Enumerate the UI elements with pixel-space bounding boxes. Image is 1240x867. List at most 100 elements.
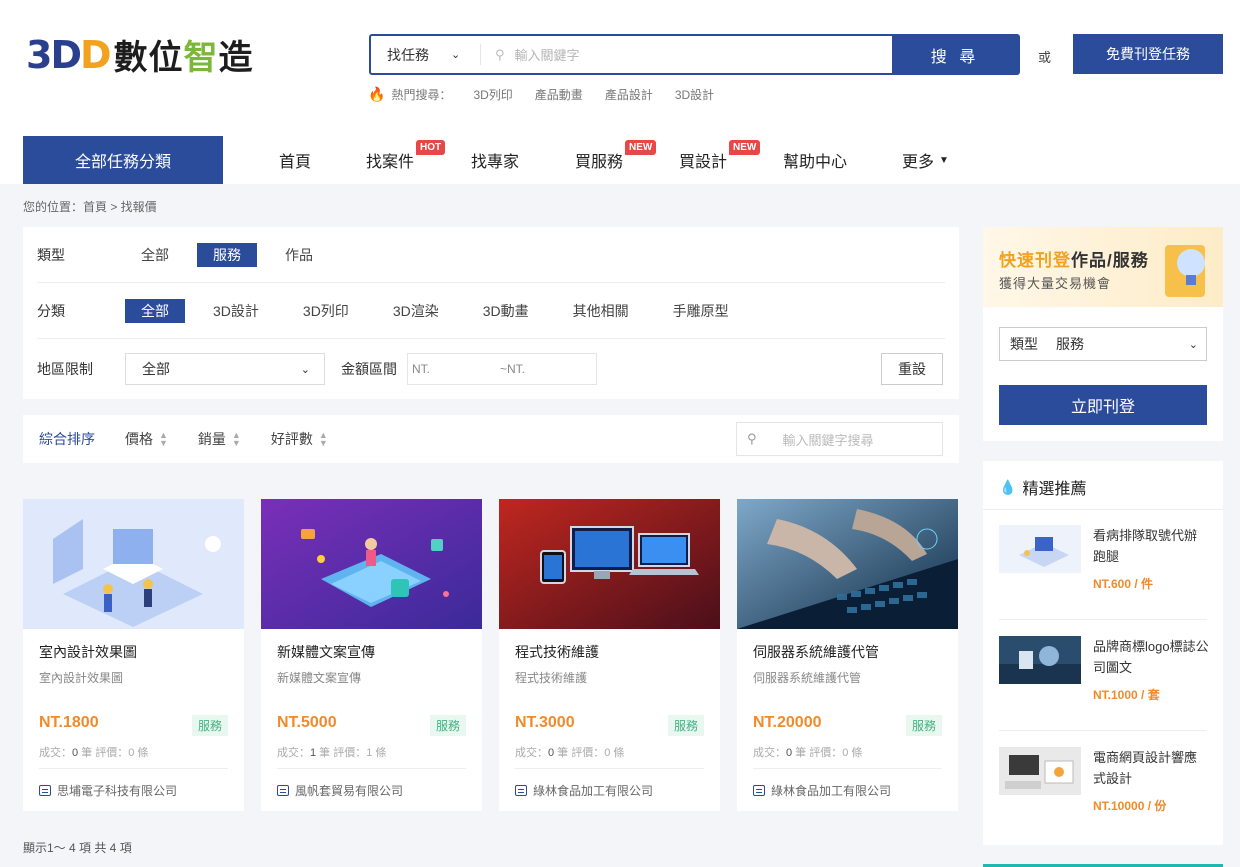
category-option[interactable]: 3D設計 [197, 299, 275, 323]
amount-range-input[interactable]: NT. ~NT. [407, 353, 597, 385]
hot-keyword[interactable]: 產品設計 [605, 86, 653, 103]
service-card[interactable]: 室內設計效果圖 室內設計效果圖 NT.1800 服務 成交：0 筆 評價：0 條… [23, 499, 244, 811]
nav-item-more[interactable]: 更多 ▼ [902, 136, 949, 184]
amount-from-field[interactable]: NT. [412, 362, 430, 376]
keyword-search-input[interactable]: ⚲ 輸入關鍵字搜尋 [736, 422, 943, 456]
divider [515, 768, 704, 769]
category-option[interactable]: 其他相關 [557, 299, 645, 323]
hot-badge: HOT [416, 140, 446, 155]
breadcrumb: 您的位置：首頁 > 找報價 [23, 200, 157, 214]
flame-icon: 💧 [999, 478, 1017, 495]
post-now-button[interactable]: 立即刊登 [999, 385, 1207, 425]
header: 3DD 數位智造 找任務 ⌄ ⚲ 輸入關鍵字 搜 尋 或 免費刊登任務 🔥 熱門搜… [0, 0, 1240, 184]
card-type-tag: 服務 [905, 715, 942, 736]
company-icon [515, 785, 527, 796]
search-bar: 找任務 ⌄ ⚲ 輸入關鍵字 搜 尋 [369, 34, 1020, 75]
rec-title[interactable]: 看病排隊取號代辦跑腿 [1093, 525, 1209, 567]
company-icon [39, 785, 51, 796]
free-post-task-button[interactable]: 免費刊登任務 [1073, 34, 1223, 74]
reset-button[interactable]: 重設 [881, 353, 943, 385]
nav-item-help-center[interactable]: 幫助中心 [783, 136, 847, 184]
hot-keyword[interactable]: 3D列印 [473, 86, 512, 103]
chevron-down-icon: ⌄ [451, 49, 461, 61]
service-card[interactable]: 程式技術維護 程式技術維護 NT.3000 服務 成交：0 筆 評價：0 條 綠… [499, 499, 720, 811]
sort-arrows-icon: ▲ ▼ [318, 430, 328, 448]
company-icon [753, 785, 765, 796]
divider [983, 509, 1223, 510]
new-badge: NEW [729, 140, 761, 155]
card-subtitle: 程式技術維護 [515, 671, 588, 685]
search-input[interactable]: ⚲ 輸入關鍵字 [481, 36, 892, 73]
card-price: NT.1800 [39, 714, 99, 731]
quick-post-banner[interactable]: 快速刊登作品/服務 獲得大量交易機會 [983, 227, 1223, 307]
nav-item-buy-designs[interactable]: 買設計 NEW [679, 136, 761, 184]
filter-label: 地區限制 [37, 361, 93, 377]
category-option[interactable]: 3D動畫 [467, 299, 545, 323]
card-price: NT.5000 [277, 714, 337, 731]
rec-title[interactable]: 電商網頁設計響應式設計 [1093, 747, 1209, 789]
site-logo[interactable]: 3DD 數位智造 [26, 30, 254, 79]
type-option-work[interactable]: 作品 [269, 243, 329, 267]
search-scope-select[interactable]: 找任務 ⌄ [371, 44, 481, 65]
card-title[interactable]: 程式技術維護 [515, 642, 599, 662]
sort-reviews[interactable]: 好評數 ▲ ▼ [271, 429, 328, 449]
category-option[interactable]: 3D列印 [287, 299, 365, 323]
rec-image [999, 636, 1081, 684]
nav-item-find-cases[interactable]: 找案件 HOT [366, 136, 446, 184]
company-icon [277, 785, 289, 796]
category-option[interactable]: 全部 [125, 298, 185, 323]
logo-mark: 3DD [26, 32, 112, 77]
nav-item-buy-services[interactable]: 買服務 NEW [575, 136, 657, 184]
nav-item-home[interactable]: 首頁 [279, 136, 311, 184]
filter-label: 分類 [37, 302, 65, 319]
all-categories-button[interactable]: 全部任務分類 [23, 136, 223, 184]
card-stats: 成交：0 筆 評價：0 條 [39, 747, 149, 759]
filter-row-region-amount: 地區限制 全部 ⌄ 金額區間 NT. ~NT. 重設 [37, 339, 945, 399]
rec-item[interactable]: 品牌商標logo標誌公司圖文 NT.1000 / 套 [999, 636, 1209, 736]
card-company[interactable]: 綠林食品加工有限公司 [515, 782, 653, 799]
featured-recommendations: 💧 精選推薦 看病排隊取號代辦跑腿 NT.600 / 件 品牌商標logo標誌公司… [983, 461, 1223, 845]
caret-down-icon: ▼ [939, 154, 949, 166]
divider [39, 768, 228, 769]
category-option[interactable]: 手雕原型 [657, 299, 745, 323]
card-price: NT.20000 [753, 714, 822, 731]
nav-item-find-experts[interactable]: 找專家 [471, 136, 519, 184]
card-company[interactable]: 綠林食品加工有限公司 [753, 782, 891, 799]
hot-keyword[interactable]: 產品動畫 [535, 86, 583, 103]
region-select[interactable]: 全部 ⌄ [125, 353, 325, 385]
sort-price[interactable]: 價格 ▲ ▼ [125, 429, 168, 449]
rec-image [999, 747, 1081, 795]
filter-row-type: 類型 全部 服務 作品 [37, 227, 945, 283]
card-stats: 成交：1 筆 評價：1 條 [277, 747, 387, 759]
sort-default[interactable]: 綜合排序 [39, 429, 95, 449]
rec-price: NT.1000 / 套 [1093, 688, 1160, 702]
card-company[interactable]: 風帆套貿易有限公司 [277, 782, 403, 799]
card-type-tag: 服務 [191, 715, 228, 736]
quick-post-panel: 快速刊登作品/服務 獲得大量交易機會 類型 服務 ⌄ 立即刊登 [983, 227, 1223, 441]
rec-title[interactable]: 品牌商標logo標誌公司圖文 [1093, 636, 1209, 678]
card-type-tag: 服務 [429, 715, 466, 736]
card-image [23, 499, 244, 629]
card-title[interactable]: 新媒體文案宣傳 [277, 642, 375, 662]
sort-arrows-icon: ▲ ▼ [159, 430, 168, 448]
amount-to-field[interactable]: ~NT. [500, 362, 525, 376]
card-price: NT.3000 [515, 714, 575, 731]
hot-keyword[interactable]: 3D設計 [675, 86, 714, 103]
card-title[interactable]: 室內設計效果圖 [39, 642, 137, 662]
chevron-down-icon: ⌄ [300, 363, 310, 376]
card-image [261, 499, 482, 629]
rec-item[interactable]: 電商網頁設計響應式設計 NT.10000 / 份 [999, 747, 1207, 847]
category-option[interactable]: 3D渲染 [377, 299, 455, 323]
service-card[interactable]: 伺服器系統維護代管 伺服器系統維護代管 NT.20000 服務 成交：0 筆 評… [737, 499, 958, 811]
type-option-all[interactable]: 全部 [125, 243, 185, 267]
search-icon: ⚲ [747, 431, 757, 446]
service-card[interactable]: 新媒體文案宣傳 新媒體文案宣傳 NT.5000 服務 成交：1 筆 評價：1 條… [261, 499, 482, 811]
card-company[interactable]: 思埔電子科技有限公司 [39, 782, 177, 799]
amount-label: 金額區間 [341, 361, 397, 377]
rec-item[interactable]: 看病排隊取號代辦跑腿 NT.600 / 件 [999, 525, 1207, 625]
post-type-select[interactable]: 類型 服務 ⌄ [999, 327, 1207, 361]
card-title[interactable]: 伺服器系統維護代管 [753, 642, 879, 662]
search-button[interactable]: 搜 尋 [892, 36, 1018, 73]
type-option-service[interactable]: 服務 [197, 242, 257, 267]
sort-sales[interactable]: 銷量 ▲ ▼ [198, 429, 241, 449]
